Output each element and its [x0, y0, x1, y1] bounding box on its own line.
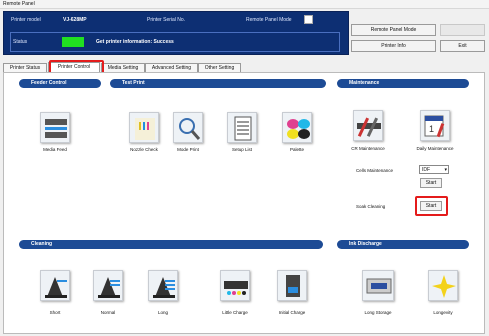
printer-serial-label: Printer Serial No. [147, 17, 186, 23]
media-feed-button[interactable] [40, 112, 70, 143]
longevity-icon [432, 275, 456, 298]
svg-text:1: 1 [429, 124, 434, 134]
nozzle-check-button[interactable] [129, 112, 159, 143]
long-storage-button[interactable] [362, 270, 394, 301]
daily-maintenance-button[interactable]: 1 [420, 110, 450, 141]
palette-icon [287, 119, 310, 139]
long-cleaning-label: Long [157, 310, 168, 315]
cr-maintenance-label: CR Maintenance [351, 146, 385, 151]
short-cleaning-icon [45, 277, 67, 298]
printer-info-button[interactable]: Printer Info [351, 40, 436, 52]
long-storage-label: Long Storage [364, 310, 392, 315]
mode-print-button[interactable] [173, 112, 203, 143]
exit-button[interactable]: Exit [440, 40, 485, 52]
long-cleaning-icon [153, 277, 175, 298]
little-charge-icon [224, 281, 248, 295]
cleaning-header: Cleaning [19, 240, 323, 249]
longevity-label: Longevity [433, 310, 453, 315]
media-feed-icon [45, 119, 67, 138]
short-cleaning-button[interactable] [40, 270, 70, 301]
daily-maintenance-label: Daily Maintenance [416, 146, 454, 151]
initial-charge-icon [286, 275, 300, 297]
palette-label: Palette [289, 147, 304, 152]
feeder-control-header: Feeder Control [19, 79, 101, 88]
status-label: Status [13, 39, 28, 45]
short-cleaning-label: Short [49, 310, 61, 315]
maintenance-header: Maintenance [337, 79, 469, 88]
setup-list-icon [234, 116, 252, 141]
remote-panel-mode-button[interactable]: Remote Panel Mode [351, 24, 436, 36]
cells-maintenance-value: IDF [422, 167, 431, 173]
status-row [10, 32, 340, 52]
setup-list-button[interactable] [227, 112, 257, 143]
soak-cleaning-label: Soak Cleaning [356, 204, 386, 209]
tab-other-setting[interactable]: Other Setting [198, 63, 241, 72]
remote-panel-mode-label: Remote Panel Mode [246, 17, 292, 23]
palette-button[interactable] [282, 112, 312, 143]
status-message: Get printer information: Success [96, 39, 174, 45]
little-charge-label: Little Charge [222, 310, 248, 315]
cells-maintenance-select[interactable]: IDF ▾ [419, 165, 449, 174]
printer-model-value: VJ-628MP [63, 17, 87, 23]
long-storage-icon [366, 278, 392, 294]
daily-maintenance-icon: 1 [424, 115, 445, 138]
start-highlight [415, 196, 448, 216]
initial-charge-label: Initial Charge [278, 310, 306, 315]
cells-maintenance-label: Cells Maintenance [356, 168, 394, 173]
ink-discharge-header: Ink Discharge [337, 240, 469, 249]
cells-maintenance-start-button[interactable]: Start [420, 178, 442, 188]
tab-printer-status[interactable]: Printer Status [3, 63, 47, 72]
printer-model-label: Printer model [11, 17, 41, 23]
nozzle-check-icon [135, 118, 155, 140]
cr-maintenance-icon [357, 117, 381, 137]
tab-advanced-setting[interactable]: Advanced Setting [145, 63, 198, 72]
disabled-button [440, 24, 485, 36]
chevron-down-icon: ▾ [444, 167, 447, 173]
status-indicator [62, 37, 84, 47]
mode-print-icon [179, 118, 201, 140]
setup-list-label: Setup List [231, 147, 252, 152]
cr-maintenance-button[interactable] [353, 110, 383, 141]
normal-cleaning-icon [98, 277, 120, 298]
normal-cleaning-label: Normal [100, 310, 116, 315]
initial-charge-button[interactable] [277, 270, 307, 301]
tab-media-setting[interactable]: Media Setting [101, 63, 145, 72]
nozzle-check-label: Nozzle Check [130, 147, 158, 152]
little-charge-button[interactable] [220, 270, 250, 301]
media-feed-label: Media Feed [43, 147, 67, 152]
test-print-header: Test Print [110, 79, 326, 88]
longevity-button[interactable] [428, 270, 458, 301]
window-title: Remote Panel [0, 0, 489, 9]
normal-cleaning-button[interactable] [93, 270, 123, 301]
remote-panel-mode-indicator [304, 15, 313, 24]
long-cleaning-button[interactable] [148, 270, 178, 301]
mode-print-label: Mode Print [177, 147, 199, 152]
